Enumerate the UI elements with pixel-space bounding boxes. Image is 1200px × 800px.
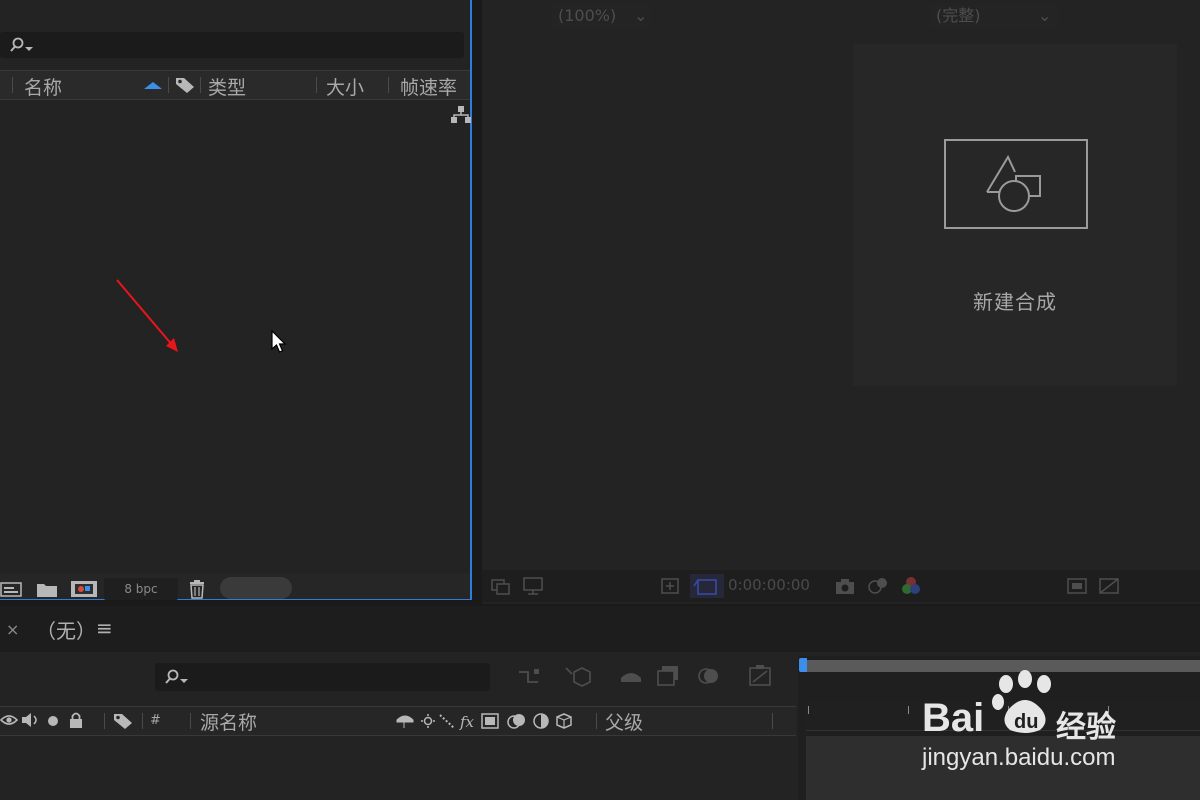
search-icon	[10, 37, 33, 52]
monitor-icon[interactable]	[522, 576, 544, 596]
column-separator	[772, 713, 773, 729]
column-size[interactable]: 大小	[326, 73, 364, 100]
timeline-tab-title[interactable]: （无）	[36, 615, 96, 644]
fit-icon[interactable]	[660, 576, 682, 596]
bit-depth-button[interactable]: 8 bpc	[104, 578, 178, 600]
timeline-search-input[interactable]	[155, 663, 490, 691]
interpret-footage-icon[interactable]	[0, 580, 24, 598]
ruler-tick	[808, 706, 809, 714]
label-tag-icon[interactable]	[175, 76, 195, 94]
draft-3d-icon[interactable]	[564, 664, 592, 690]
graph-editor-icon[interactable]	[748, 664, 774, 688]
shy-layers-icon[interactable]	[618, 666, 644, 688]
work-area-start-handle[interactable]	[797, 658, 809, 674]
close-tab-button[interactable]: ×	[6, 620, 19, 639]
composition-flowchart-icon[interactable]	[516, 666, 542, 688]
new-folder-icon[interactable]	[36, 580, 58, 598]
column-parent[interactable]: 父级	[605, 708, 643, 735]
column-separator	[104, 713, 105, 729]
watermark-jingyan-text: 经验	[1056, 710, 1116, 745]
layer-switches-icon[interactable]: fx	[396, 712, 574, 730]
column-separator	[190, 713, 191, 729]
composition-shapes-icon[interactable]	[944, 139, 1089, 230]
column-source-name[interactable]: 源名称	[200, 708, 257, 735]
magnification-value: (100%)	[558, 6, 617, 25]
sort-ascending-icon[interactable]	[143, 81, 163, 91]
always-preview-icon[interactable]	[490, 576, 512, 596]
region-of-interest-button[interactable]	[690, 574, 724, 598]
annotation-arrow-icon	[116, 279, 178, 352]
transparency-grid-icon[interactable]	[1098, 576, 1120, 596]
project-search-input[interactable]	[0, 32, 464, 58]
new-composition-label[interactable]: 新建合成	[853, 286, 1177, 315]
panel-menu-icon[interactable]: ≡	[96, 616, 113, 640]
column-separator	[596, 713, 597, 729]
project-column-header: 名称 类型 大小 帧速率	[0, 70, 470, 100]
column-frame-rate[interactable]: 帧速率	[400, 73, 457, 100]
mouse-cursor-icon	[271, 330, 287, 353]
ruler-tick	[908, 706, 909, 714]
column-separator	[168, 77, 169, 93]
timeline-tab-bar	[0, 606, 1200, 652]
column-separator	[316, 77, 317, 93]
audio-speaker-icon[interactable]	[21, 712, 41, 728]
resolution-dropdown[interactable]: (完整) ⌄	[930, 4, 1058, 28]
video-eye-icon[interactable]	[0, 713, 18, 727]
baidu-paw-icon: du	[992, 670, 1051, 733]
magnification-dropdown[interactable]: (100%) ⌄	[552, 4, 650, 28]
column-number[interactable]: #	[150, 713, 161, 728]
column-separator	[388, 77, 389, 93]
motion-blur-icon[interactable]	[696, 664, 722, 688]
svg-text:du: du	[1014, 711, 1038, 733]
fast-previews-icon[interactable]	[1066, 576, 1088, 596]
search-icon	[165, 669, 188, 684]
resolution-value: (完整)	[936, 6, 981, 25]
chevron-down-icon: ⌄	[1038, 6, 1052, 25]
chevron-down-icon: ⌄	[634, 6, 648, 25]
color-channels-icon[interactable]	[900, 575, 922, 597]
delete-trash-icon[interactable]	[188, 579, 206, 599]
watermark-url: jingyan.baidu.com	[922, 744, 1116, 771]
label-tag-icon[interactable]	[113, 712, 133, 730]
lock-icon[interactable]	[68, 711, 84, 729]
column-name[interactable]: 名称	[24, 73, 62, 100]
watermark-bai-text: Bai	[922, 696, 985, 740]
timeline-column-header: # 源名称 fx 父级	[0, 706, 796, 736]
show-snapshot-icon[interactable]	[866, 575, 890, 597]
frame-blending-icon[interactable]	[656, 664, 682, 688]
column-separator	[12, 77, 13, 93]
flowchart-icon[interactable]	[450, 105, 472, 125]
column-separator	[200, 77, 201, 93]
snapshot-camera-icon[interactable]	[834, 576, 856, 596]
new-composition-icon[interactable]	[70, 579, 98, 599]
svg-text:fx: fx	[459, 713, 475, 730]
horizontal-scrollbar[interactable]	[220, 577, 292, 599]
current-time-display[interactable]: 0:00:00:00	[728, 576, 810, 594]
column-type[interactable]: 类型	[208, 73, 246, 100]
column-separator	[142, 713, 143, 729]
solo-dot-icon[interactable]	[46, 714, 60, 728]
region-of-interest-icon	[693, 579, 717, 595]
